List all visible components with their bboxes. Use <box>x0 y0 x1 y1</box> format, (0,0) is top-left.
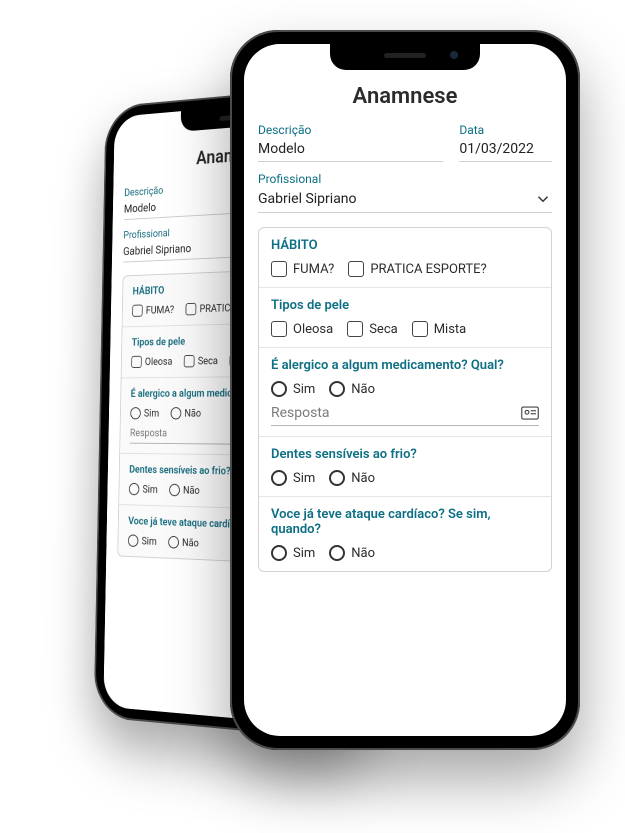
label-profissional: Profissional <box>258 172 552 186</box>
radio-icon <box>271 381 287 397</box>
radio-icon <box>169 484 180 497</box>
section-title-habito: HÁBITO <box>271 238 539 253</box>
checkbox-oleosa[interactable]: Oleosa <box>271 321 333 337</box>
checkbox-icon <box>271 321 287 337</box>
checkbox-fuma[interactable]: FUMA? <box>271 261 334 277</box>
radio-alergico-sim[interactable]: Sim <box>271 381 315 397</box>
radio-cardiaco-sim[interactable]: Sim <box>271 545 315 561</box>
checkbox-mista[interactable]: Mista <box>412 321 467 337</box>
section-title-cardiaco: Voce já teve ataque cardíaco? Se sim, qu… <box>271 507 539 537</box>
section-title-alergico: É alergico a algum medicamento? Qual? <box>271 358 539 373</box>
app-screen-front: Anamnese Descrição Modelo Data 01/03/202… <box>244 44 566 736</box>
value-descricao[interactable]: Modelo <box>258 139 443 162</box>
checkbox-fuma[interactable]: FUMA? <box>132 304 174 317</box>
section-title-dentes: Dentes sensíveis ao frio? <box>271 447 539 462</box>
checkbox-seca[interactable]: Seca <box>184 355 218 368</box>
label-data: Data <box>459 123 552 137</box>
radio-cardiaco-sim[interactable]: Sim <box>128 534 157 547</box>
section-title-pele: Tipos de pele <box>271 298 539 313</box>
checkbox-icon <box>412 321 428 337</box>
input-resposta[interactable]: Resposta <box>271 401 539 426</box>
radio-cardiaco-nao[interactable]: Não <box>168 536 199 550</box>
input-placeholder: Resposta <box>271 405 521 421</box>
radio-dentes-sim[interactable]: Sim <box>129 483 158 496</box>
radio-icon <box>271 470 287 486</box>
radio-alergico-nao[interactable]: Não <box>170 407 201 419</box>
dropdown-profissional[interactable]: Gabriel Sipriano <box>258 188 552 213</box>
page-title: Anamnese <box>258 84 552 109</box>
radio-icon <box>130 407 141 419</box>
checkbox-icon <box>185 303 196 316</box>
radio-icon <box>170 407 181 419</box>
device-notch <box>330 44 480 70</box>
label-descricao: Descrição <box>258 123 443 137</box>
checkbox-seca[interactable]: Seca <box>347 321 398 337</box>
radio-icon <box>329 470 345 486</box>
checkbox-icon <box>348 261 364 277</box>
checkbox-oleosa[interactable]: Oleosa <box>131 355 172 368</box>
radio-icon <box>271 545 287 561</box>
checkbox-esporte[interactable]: PRATICA ESPORTE? <box>348 261 486 277</box>
device-mock-front: Anamnese Descrição Modelo Data 01/03/202… <box>230 30 580 750</box>
radio-icon <box>168 536 179 549</box>
radio-icon <box>329 381 345 397</box>
checkbox-icon <box>184 355 195 367</box>
checkbox-icon <box>131 356 142 368</box>
radio-alergico-nao[interactable]: Não <box>329 381 375 397</box>
value-profissional: Gabriel Sipriano <box>258 191 534 207</box>
radio-dentes-sim[interactable]: Sim <box>271 470 315 486</box>
radio-dentes-nao[interactable]: Não <box>169 484 200 497</box>
radio-icon <box>329 545 345 561</box>
checkbox-icon <box>132 304 143 316</box>
radio-icon <box>129 483 140 495</box>
checkbox-icon <box>347 321 363 337</box>
radio-icon <box>128 534 139 547</box>
radio-cardiaco-nao[interactable]: Não <box>329 545 375 561</box>
value-data[interactable]: 01/03/2022 <box>459 139 552 162</box>
radio-dentes-nao[interactable]: Não <box>329 470 375 486</box>
id-card-icon <box>521 406 539 420</box>
chevron-down-icon <box>534 190 552 208</box>
form-card: HÁBITO FUMA? PRATICA ESPORTE? Tipos de p… <box>258 227 552 572</box>
radio-alergico-sim[interactable]: Sim <box>130 407 159 419</box>
checkbox-icon <box>271 261 287 277</box>
